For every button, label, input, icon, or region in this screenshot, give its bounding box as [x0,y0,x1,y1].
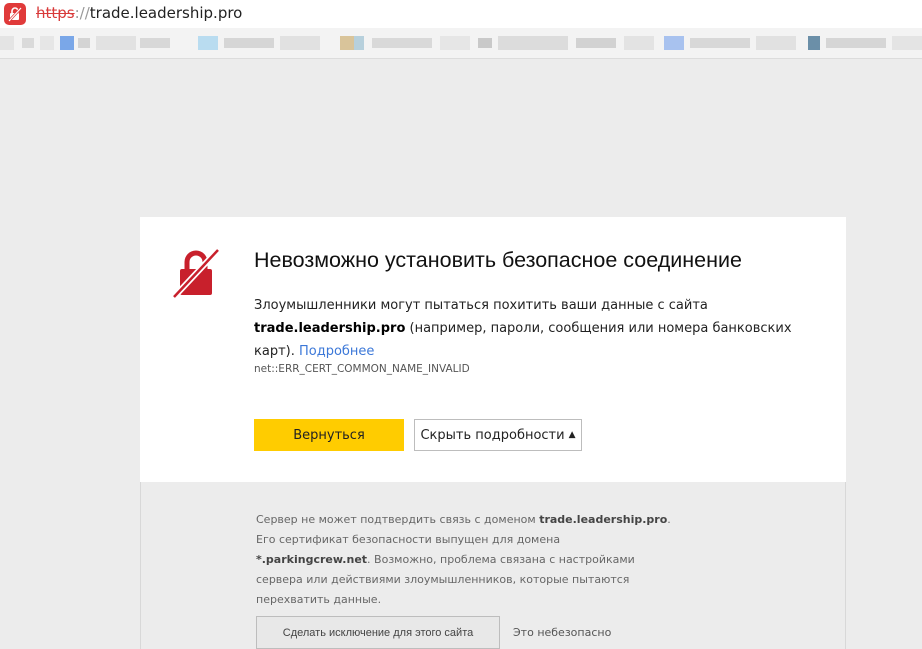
url-host: trade.leadership.pro [89,4,243,22]
page-title: Невозможно установить безопасное соедине… [254,248,742,272]
triangle-up-icon: ▲ [568,430,576,440]
details-domain: trade.leadership.pro [539,513,668,526]
back-button[interactable]: Вернуться [254,419,404,451]
more-info-link[interactable]: Подробнее [299,344,374,359]
certificate-domain: *.parkingcrew.net [256,553,368,566]
error-code: net::ERR_CERT_COMMON_NAME_INVALID [254,363,470,375]
hide-details-button[interactable]: Скрыть подробности ▲ [414,419,582,451]
details-text-1: Сервер не может подтвердить связь с доме… [256,513,540,526]
hide-details-label: Скрыть подробности [420,427,565,443]
error-card: Невозможно установить безопасное соедине… [140,217,846,482]
blurred-bookmarks [0,36,922,50]
error-description: Злоумышленники могут пытаться похитить в… [254,294,834,363]
details-panel: Сервер не может подтвердить связь с доме… [140,482,846,649]
add-exception-button[interactable]: Сделать исключение для этого сайта [256,616,500,649]
details-text: Сервер не может подтвердить связь с доме… [256,510,676,610]
bookmarks-bar [0,28,922,59]
address-bar[interactable]: https://trade.leadership.pro [0,0,922,28]
url-scheme: https [36,4,75,22]
unsafe-warning: Это небезопасно [513,626,612,639]
site-domain: trade.leadership.pro [254,321,406,336]
broken-lock-icon [171,247,221,299]
insecure-lock-icon[interactable] [4,3,26,25]
description-text: Злоумышленники могут пытаться похитить в… [254,298,708,313]
url-separator: :// [74,4,90,22]
url-text[interactable]: https://trade.leadership.pro [36,4,242,22]
